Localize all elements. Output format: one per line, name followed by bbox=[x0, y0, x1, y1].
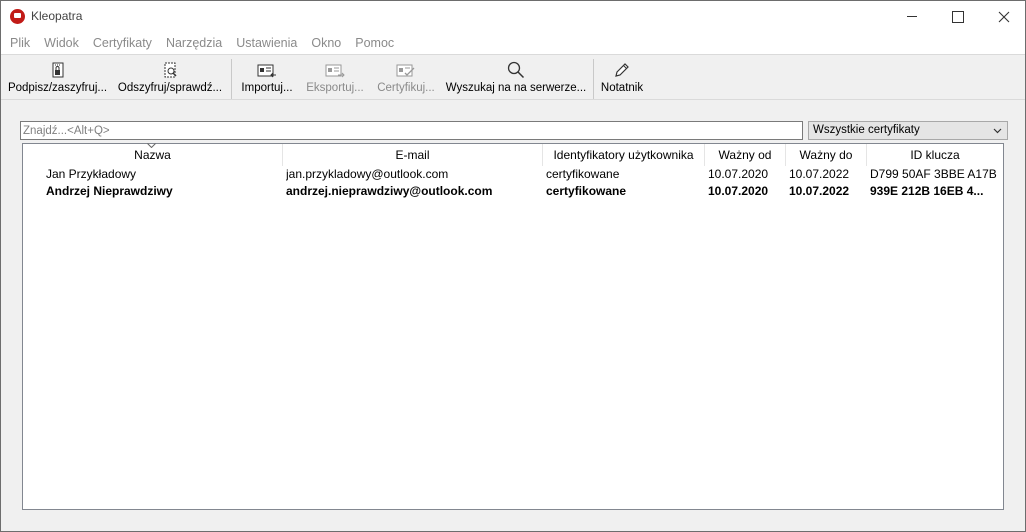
close-button[interactable] bbox=[981, 1, 1026, 32]
close-icon bbox=[998, 11, 1010, 22]
column-header-valid-from[interactable]: Ważny od bbox=[705, 144, 786, 166]
title-bar: Kleopatra bbox=[1, 1, 1025, 32]
menu-bar: Plik Widok Certyfikaty Narzędzia Ustawie… bbox=[1, 32, 1025, 54]
notepad-label: Notatnik bbox=[600, 82, 644, 94]
cell-valid-from: 10.07.2020 bbox=[708, 184, 769, 198]
chevron-down-icon bbox=[993, 128, 1002, 134]
kleopatra-logo-icon bbox=[10, 9, 25, 24]
cell-name: Jan Przykładowy bbox=[46, 167, 137, 181]
table-header: Nazwa E-mail Identyfikatory użytkownika … bbox=[23, 143, 1003, 166]
export-button[interactable]: Eksportuj... bbox=[303, 55, 367, 101]
export-certificate-icon bbox=[325, 64, 345, 78]
maximize-button[interactable] bbox=[935, 1, 981, 32]
cell-email: andrzej.nieprawdziwy@outlook.com bbox=[286, 184, 493, 198]
cell-valid-from: 10.07.2020 bbox=[708, 167, 769, 181]
window-title: Kleopatra bbox=[31, 9, 83, 23]
sign-encrypt-icon bbox=[52, 62, 63, 78]
certify-icon bbox=[396, 64, 415, 77]
certify-label: Certyfikuj... bbox=[377, 82, 435, 94]
decrypt-verify-button[interactable]: Odszyfruj/sprawdź... bbox=[115, 55, 225, 101]
menu-narzedzia[interactable]: Narzędzia bbox=[159, 32, 229, 54]
status-bar bbox=[1, 512, 1025, 531]
cell-valid-to: 10.07.2022 bbox=[789, 184, 850, 198]
column-header-valid-to[interactable]: Ważny do bbox=[786, 144, 867, 166]
certificate-filter-select[interactable]: Wszystkie certyfikaty bbox=[808, 121, 1008, 140]
cell-name: Andrzej Nieprawdziwy bbox=[46, 184, 173, 198]
filter-selected-value: Wszystkie certyfikaty bbox=[813, 124, 920, 136]
menu-certyfikaty[interactable]: Certyfikaty bbox=[86, 32, 159, 54]
import-certificate-icon bbox=[257, 64, 276, 78]
decrypt-verify-label: Odszyfruj/sprawdź... bbox=[117, 82, 223, 94]
cell-user-ids: certyfikowane bbox=[546, 184, 627, 198]
main-toolbar: Podpisz/zaszyfruj... Odszyfruj/sprawdź..… bbox=[1, 54, 1025, 100]
export-label: Eksportuj... bbox=[306, 82, 364, 94]
notepad-button[interactable]: Notatnik bbox=[599, 55, 645, 101]
menu-plik[interactable]: Plik bbox=[3, 32, 37, 54]
pencil-icon bbox=[615, 63, 629, 77]
certificate-table: Nazwa E-mail Identyfikatory użytkownika … bbox=[22, 143, 1004, 510]
import-button[interactable]: Importuj... bbox=[237, 55, 297, 101]
import-label: Importuj... bbox=[241, 82, 293, 94]
lookup-server-button[interactable]: Wyszukaj na na serwerze... bbox=[445, 55, 587, 101]
cell-user-ids: certyfikowane bbox=[546, 167, 620, 181]
table-row[interactable]: Andrzej Nieprawdziwy andrzej.nieprawdziw… bbox=[23, 183, 1003, 200]
menu-okno[interactable]: Okno bbox=[304, 32, 348, 54]
table-row[interactable]: Jan Przykładowy jan.przykladowy@outlook.… bbox=[23, 166, 1003, 183]
decrypt-verify-icon bbox=[164, 62, 177, 78]
sort-indicator-icon bbox=[147, 143, 156, 148]
toolbar-separator bbox=[231, 59, 232, 99]
menu-pomoc[interactable]: Pomoc bbox=[348, 32, 401, 54]
cell-key-id: D799 50AF 3BBE A17B bbox=[870, 167, 997, 181]
column-header-email[interactable]: E-mail bbox=[283, 144, 543, 166]
search-input[interactable] bbox=[20, 121, 803, 140]
sign-encrypt-label: Podpisz/zaszyfruj... bbox=[7, 82, 108, 94]
search-magnifier-icon bbox=[507, 61, 525, 79]
certify-button[interactable]: Certyfikuj... bbox=[373, 55, 439, 101]
menu-widok[interactable]: Widok bbox=[37, 32, 86, 54]
column-header-name[interactable]: Nazwa bbox=[23, 143, 283, 166]
sign-encrypt-button[interactable]: Podpisz/zaszyfruj... bbox=[6, 55, 109, 101]
toolbar-separator bbox=[593, 59, 594, 99]
minimize-button[interactable] bbox=[889, 1, 935, 32]
kleopatra-window: Kleopatra Plik Widok Certyfikaty Narzędz… bbox=[0, 0, 1026, 532]
column-header-key-id[interactable]: ID klucza bbox=[867, 144, 1003, 166]
lookup-server-label: Wyszukaj na na serwerze... bbox=[445, 82, 587, 94]
cell-email: jan.przykladowy@outlook.com bbox=[286, 167, 449, 181]
column-header-user-ids[interactable]: Identyfikatory użytkownika bbox=[543, 144, 705, 166]
menu-ustawienia[interactable]: Ustawienia bbox=[229, 32, 304, 54]
cell-key-id: 939E 212B 16EB 4... bbox=[870, 184, 984, 198]
cell-valid-to: 10.07.2022 bbox=[789, 167, 850, 181]
